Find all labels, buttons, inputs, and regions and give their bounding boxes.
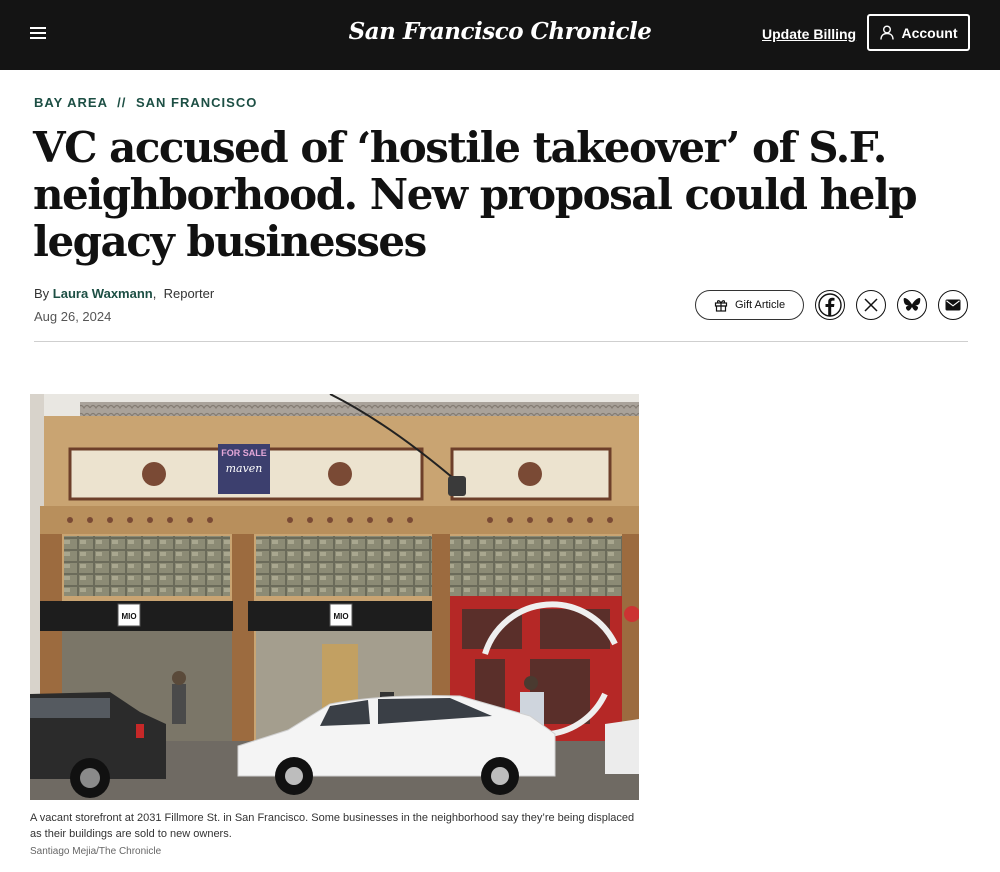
account-label: Account (901, 24, 958, 41)
share-x-button[interactable] (856, 290, 886, 320)
account-button[interactable]: Account (867, 14, 970, 51)
publish-date: Aug 26, 2024 (34, 309, 112, 324)
store-sign-right: MIO (333, 612, 348, 621)
storefront-illustration: FOR SALE maven MIO MIO (30, 394, 639, 800)
gift-article-label: Gift Article (734, 299, 786, 311)
gift-article-button[interactable]: Gift Article (695, 290, 804, 320)
share-bluesky-button[interactable] (897, 290, 927, 320)
author-role: Reporter (163, 286, 215, 301)
photo-caption: A vacant storefront at 2031 Fillmore St.… (30, 812, 635, 840)
share-facebook-button[interactable] (815, 290, 845, 320)
section-breadcrumb: BAY AREA // SAN FRANCISCO (34, 95, 257, 110)
photo-credit: Santiago Mejia/The Chronicle (30, 846, 162, 857)
bluesky-icon (903, 298, 921, 311)
facebook-icon (818, 293, 842, 317)
byline-prefix: By (34, 286, 50, 301)
breadcrumb-san-francisco[interactable]: SAN FRANCISCO (136, 95, 257, 110)
article-headline: VC accused of ‘hostile takeover’ of S.F.… (33, 123, 918, 266)
email-icon (945, 299, 961, 311)
breadcrumb-bay-area[interactable]: BAY AREA (34, 95, 108, 110)
header-divider (34, 341, 968, 342)
store-sign-left: MIO (121, 612, 136, 621)
top-nav-bar: San Francisco Chronicle Update Billing A… (0, 0, 1000, 70)
for-sale-sign-brand: maven (226, 462, 263, 475)
hamburger-menu-icon[interactable] (30, 27, 46, 41)
gift-icon (714, 300, 728, 312)
site-logo-text[interactable]: San Francisco Chronicle (349, 18, 652, 45)
lead-photo: FOR SALE maven MIO MIO (30, 394, 639, 800)
x-icon (864, 298, 878, 312)
update-billing-link[interactable]: Update Billing (762, 26, 856, 42)
for-sale-sign-text: FOR SALE (221, 448, 267, 458)
breadcrumb-separator: // (117, 95, 127, 110)
byline-comma: , (152, 286, 160, 301)
share-email-button[interactable] (938, 290, 968, 320)
user-icon (879, 25, 894, 40)
byline: By Laura Waxmann, Reporter (34, 286, 214, 301)
author-link[interactable]: Laura Waxmann (53, 286, 153, 301)
